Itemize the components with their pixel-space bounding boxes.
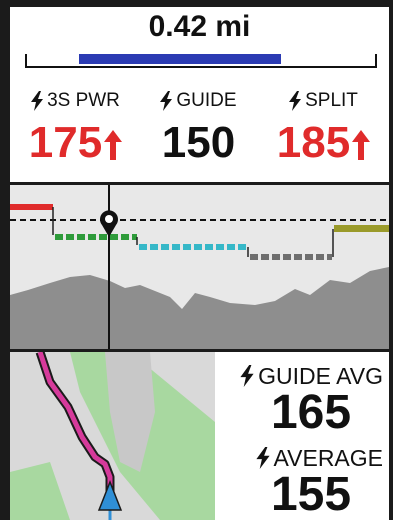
field-guide-power[interactable]: GUIDE 150 [137, 88, 260, 168]
field-label: 3S PWR [47, 90, 120, 111]
field-value: 150 [161, 118, 236, 167]
workout-progress-bar [25, 54, 377, 68]
field-label: SPLIT [305, 90, 358, 111]
guide-segment [10, 204, 53, 210]
map-canvas [10, 352, 215, 520]
field-guide-avg[interactable]: GUIDE AVG 165 [215, 362, 389, 439]
elevation-profile [10, 267, 389, 350]
lightning-bolt-icon [31, 91, 44, 111]
workout-progress-fill [79, 54, 282, 64]
field-label: GUIDE [176, 90, 237, 111]
guide-segment [334, 225, 389, 232]
field-value: 185 [276, 118, 351, 167]
field-value: 175 [28, 118, 103, 167]
arrow-up-icon [352, 130, 371, 160]
route-map[interactable] [10, 352, 215, 520]
lightning-bolt-icon [289, 91, 302, 111]
location-pin-icon [100, 210, 118, 237]
lightning-bolt-icon [160, 91, 173, 111]
elevation-profile-chart [10, 185, 389, 350]
power-guide-graph[interactable] [10, 185, 389, 350]
device-bezel-left [0, 0, 10, 520]
field-value: 165 [270, 386, 352, 439]
bottom-data-fields: GUIDE AVG 165 AVERAGE 155 [215, 352, 389, 520]
field-3s-power[interactable]: 3S PWR 175 [14, 88, 137, 168]
device-bezel-right [389, 0, 393, 520]
field-split-power[interactable]: SPLIT 185 [262, 88, 385, 168]
distance-value: 0.42 mi [148, 10, 251, 43]
lightning-bolt-icon [240, 365, 254, 387]
device-screen: 0.42 mi 3S PWR 175 GUIDE 150 SPLIT 185 G… [0, 0, 393, 520]
field-average[interactable]: AVERAGE 155 [215, 444, 389, 520]
field-value: 155 [270, 468, 352, 520]
lightning-bolt-icon [255, 447, 270, 469]
arrow-up-icon [104, 130, 123, 160]
device-bezel-top [0, 0, 393, 7]
